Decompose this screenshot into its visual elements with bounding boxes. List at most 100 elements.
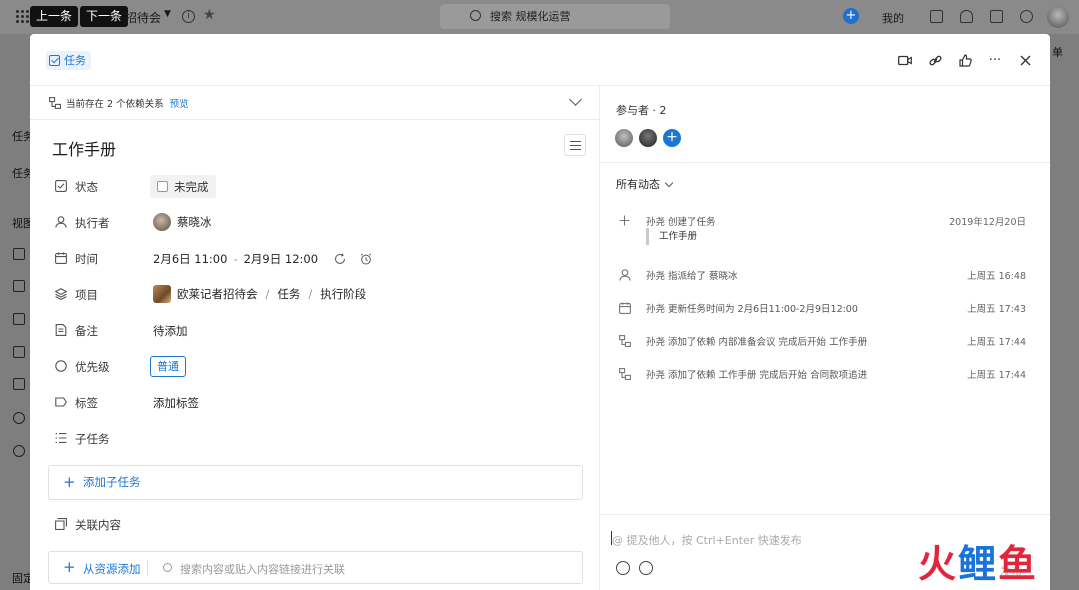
project-section[interactable]: 任务	[277, 286, 300, 302]
mine-menu[interactable]: 我的	[882, 10, 904, 26]
watermark-char: 火	[918, 542, 959, 586]
project-path[interactable]: 欧莱记者招待会 / 任务 / 执行阶段	[153, 285, 366, 303]
calendar-view-icon[interactable]	[13, 313, 25, 325]
dependency-icon	[619, 368, 631, 380]
app-sidebar	[0, 34, 30, 590]
activity-filter-dropdown[interactable]: 所有动态	[616, 176, 674, 192]
priority-tag[interactable]: 普通	[150, 356, 186, 377]
table-icon[interactable]	[13, 346, 25, 358]
calendar-icon	[55, 252, 67, 264]
field-subtasks: 子任务	[30, 421, 600, 457]
add-from-resource-button[interactable]: 从资源添加	[83, 561, 141, 577]
search-placeholder: 搜索 规模化运营	[490, 10, 571, 23]
field-tags: 标签 添加标签	[30, 385, 600, 421]
path-separator: /	[265, 287, 270, 301]
add-participant-button[interactable]: +	[663, 129, 681, 147]
global-search-input[interactable]: 搜索 规模化运营	[440, 4, 670, 29]
check-icon[interactable]	[13, 378, 25, 390]
activity-quote: 工作手册	[646, 228, 697, 245]
message-icon[interactable]	[990, 10, 1003, 23]
user-icon	[619, 269, 631, 281]
user-avatar[interactable]	[1047, 6, 1069, 28]
layout-toggle-button[interactable]	[564, 134, 586, 156]
time-value[interactable]: 2月6日 11:00 - 2月9日 12:00	[153, 251, 372, 267]
more-icon[interactable]: ···	[986, 51, 1004, 69]
search-icon	[470, 10, 481, 21]
task-detail-panel: 当前存在 2 个依赖关系 预览 工作手册 状态 未完成 执行者 蔡晓冰 时间 2…	[30, 86, 600, 590]
project-name[interactable]: 欧莱记者招待会	[177, 286, 258, 302]
field-priority: 优先级 普通	[30, 349, 600, 385]
watermark-char: 鲤	[958, 542, 999, 586]
add-tag-button[interactable]: 添加标签	[153, 395, 199, 411]
related-content-icon	[55, 518, 67, 530]
dependency-preview-link[interactable]: 预览	[170, 99, 189, 110]
user-icon	[55, 216, 67, 228]
info-icon[interactable]: i	[182, 10, 195, 23]
participants-list: +	[615, 129, 681, 147]
assignee-value[interactable]: 蔡晓冰	[153, 213, 212, 231]
board-icon[interactable]	[13, 280, 25, 292]
emoji-icon[interactable]	[639, 561, 653, 575]
project-stage[interactable]: 执行阶段	[320, 286, 366, 302]
activity-item: 孙尧 添加了依赖 内部准备会议 完成后开始 工作手册 上周五 17:44	[600, 331, 1050, 357]
checkbox-icon	[55, 180, 67, 192]
attachment-icon[interactable]	[616, 561, 630, 575]
video-icon[interactable]	[896, 51, 914, 69]
related-label: 关联内容	[75, 518, 121, 532]
alarm-icon[interactable]	[360, 253, 372, 265]
smile-icon[interactable]	[13, 445, 25, 457]
chevron-down-icon[interactable]: ▼	[164, 9, 171, 19]
chevron-down-icon[interactable]	[569, 93, 582, 106]
time-end[interactable]: 2月9日 12:00	[244, 251, 318, 267]
add-subtask-button[interactable]: + 添加子任务	[48, 465, 583, 500]
list-icon[interactable]	[13, 248, 25, 260]
related-search-input[interactable]: 搜索内容或贴入内容链接进行关联	[180, 561, 345, 577]
link-icon[interactable]	[926, 51, 944, 69]
calendar-icon[interactable]	[930, 10, 943, 23]
field-related: 关联内容	[30, 507, 600, 543]
prev-button[interactable]: 上一条	[30, 6, 79, 27]
subtasks-label: 子任务	[75, 432, 110, 446]
bell-icon[interactable]	[960, 10, 973, 23]
plus-icon	[619, 215, 631, 227]
tag-icon	[55, 396, 67, 408]
right-fragment: 单	[1052, 46, 1063, 59]
chevron-down-icon	[664, 178, 674, 187]
close-icon[interactable]	[1016, 51, 1034, 69]
status-value: 未完成	[174, 179, 209, 194]
avatar[interactable]	[639, 129, 657, 147]
apps-grid-icon[interactable]	[16, 10, 29, 23]
repeat-icon[interactable]	[334, 253, 346, 265]
avatar[interactable]	[615, 129, 633, 147]
project-name[interactable]: 招待会	[125, 9, 161, 26]
related-resource-bar: + 从资源添加 搜索内容或贴入内容链接进行关联	[48, 551, 583, 584]
help-icon[interactable]	[1020, 10, 1033, 23]
note-value[interactable]: 待添加	[153, 323, 188, 339]
app-topbar: 上一条 下一条 招待会 ▼ i ★ 搜索 规模化运营 + 我的	[0, 0, 1079, 34]
user-icon[interactable]	[13, 412, 25, 424]
status-checkbox[interactable]	[157, 181, 168, 192]
star-icon[interactable]: ★	[203, 7, 216, 23]
field-note: 备注 待添加	[30, 313, 600, 349]
create-button[interactable]: +	[843, 8, 859, 24]
right-panel-strip	[1050, 34, 1079, 590]
dependency-text: 当前存在 2 个依赖关系 预览	[66, 96, 189, 110]
thumbs-up-icon[interactable]	[956, 51, 974, 69]
activity-filter-label: 所有动态	[616, 178, 660, 191]
next-button[interactable]: 下一条	[80, 6, 129, 27]
dependency-icon	[49, 97, 61, 109]
task-type-tag[interactable]: 任务	[46, 51, 91, 70]
activity-item: 孙尧 添加了依赖 工作手册 完成后开始 合同款项追进 上周五 17:44	[600, 364, 1050, 390]
activity-item: 孙尧 指派给了 蔡晓冰 上周五 16:48	[600, 265, 1050, 291]
activity-time: 上周五 17:43	[967, 304, 1026, 315]
task-title[interactable]: 工作手册	[52, 136, 116, 160]
path-separator: /	[308, 287, 313, 301]
time-start[interactable]: 2月6日 11:00	[153, 251, 227, 267]
task-check-icon	[49, 55, 60, 66]
task-type-label: 任务	[64, 54, 86, 67]
comment-input[interactable]: @ 提及他人，按 Ctrl+Enter 快速发布	[612, 532, 802, 548]
note-icon	[55, 324, 67, 336]
status-toggle[interactable]: 未完成	[150, 175, 216, 198]
dependency-bar[interactable]: 当前存在 2 个依赖关系 预览	[30, 86, 600, 120]
plus-icon: +	[63, 473, 76, 491]
